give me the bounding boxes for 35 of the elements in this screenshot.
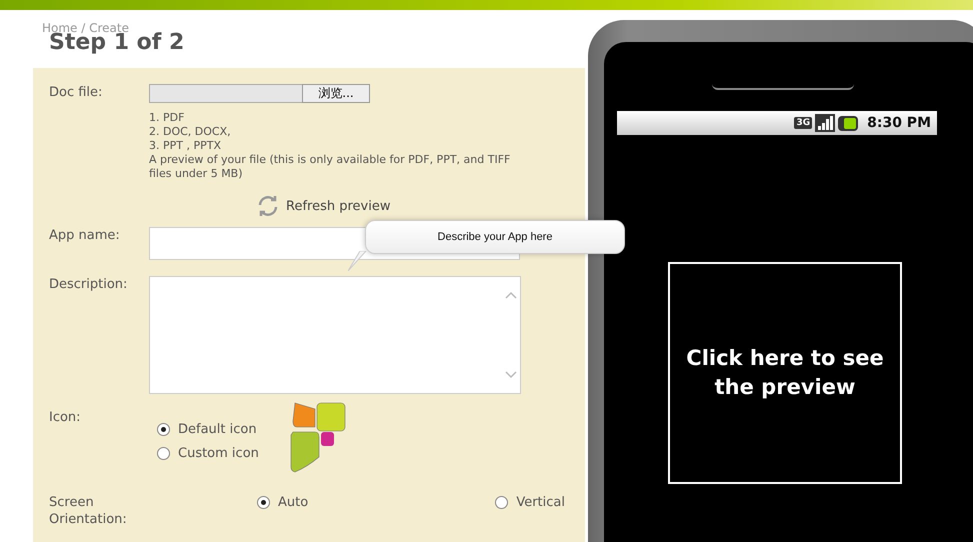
network-icon: 3G <box>794 117 812 129</box>
battery-icon <box>838 116 858 130</box>
format-item: 3. PPT , PPTX <box>149 139 222 153</box>
browse-button[interactable]: 浏览... <box>302 84 370 103</box>
tooltip-text: Describe your App here <box>438 231 552 243</box>
field-label: Orientation: <box>48 511 128 528</box>
option-label: Vertical <box>516 495 565 510</box>
file-path-field[interactable] <box>149 84 302 103</box>
field-label: Doc file: <box>48 84 104 102</box>
radio-button[interactable] <box>157 422 170 436</box>
radio-button[interactable] <box>495 496 508 509</box>
icon-option[interactable]: Custom icon <box>157 441 290 465</box>
scroll-up-icon[interactable] <box>505 291 517 299</box>
field-label: Screen <box>48 494 95 511</box>
radio-button[interactable] <box>157 446 170 460</box>
preview-button[interactable]: Click here to see the preview <box>668 262 902 484</box>
clock: 8:30 PM <box>867 115 931 131</box>
icon-option[interactable]: Default icon <box>157 417 290 441</box>
refresh-preview-link[interactable]: Refresh preview <box>255 193 390 219</box>
description-field[interactable] <box>149 276 521 394</box>
option-label: Custom icon <box>178 446 259 460</box>
field-label: Icon: <box>48 409 82 427</box>
orientation-option[interactable]: Vertical <box>495 494 565 511</box>
option-label: Auto <box>278 495 308 510</box>
preview-note: A preview of your file (this is only available for PDF, PPT, and TIFF files under 5 MB) <box>149 153 512 181</box>
option-label: Default icon <box>178 422 257 436</box>
app-logo-icon <box>290 401 348 473</box>
signal-icon <box>815 114 836 132</box>
field-label: Description: <box>48 276 128 294</box>
scroll-down-icon[interactable] <box>505 371 517 379</box>
format-item: 1. PDF <box>149 111 186 125</box>
orientation-option[interactable]: Auto <box>257 494 308 511</box>
radio-button[interactable] <box>257 496 270 509</box>
field-label: App name: <box>48 227 121 245</box>
format-item: 2. DOC, DOCX, <box>149 125 232 139</box>
